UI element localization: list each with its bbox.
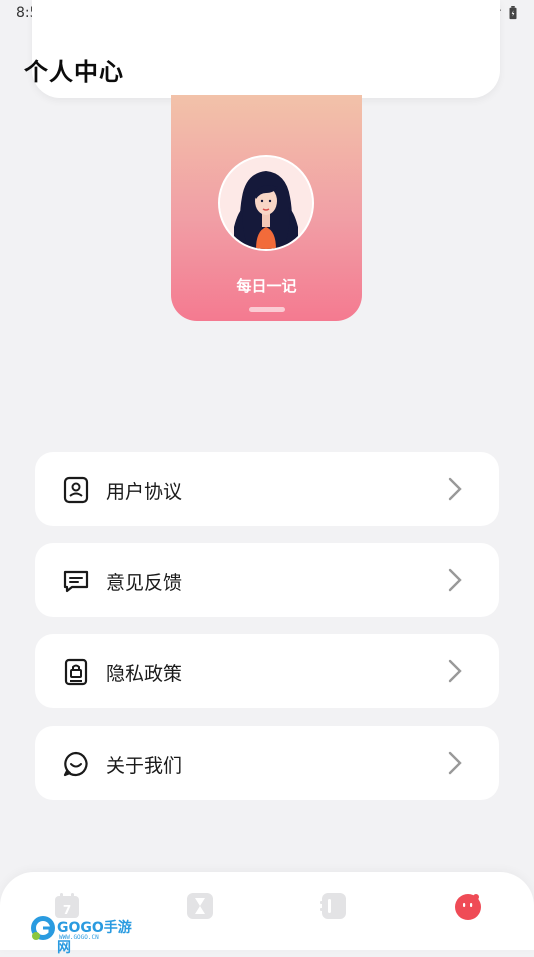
app-name: 每日一记 (236, 277, 297, 295)
menu-label: 用户协议 (106, 481, 183, 503)
watermark-logo: GOGO手游网 WWW.GOGO.CN (30, 914, 140, 956)
watermark-sub: WWW.GOGO.CN (59, 934, 99, 941)
chevron-right-icon (448, 659, 462, 683)
menu-label: 意见反馈 (106, 572, 183, 594)
avatar[interactable] (218, 155, 314, 251)
user-agreement-icon (63, 476, 89, 504)
menu-item-privacy[interactable]: 隐私政策 (35, 634, 499, 708)
menu-item-user-agreement[interactable]: 用户协议 (35, 452, 499, 526)
tab-notebook[interactable] (320, 892, 348, 920)
drag-handle[interactable] (249, 307, 285, 312)
feedback-chat-icon (63, 570, 89, 593)
gogo-logo-icon (31, 916, 55, 940)
battery-icon (509, 6, 517, 20)
woman-curly-hair-avatar (220, 157, 312, 249)
menu-item-about-us[interactable]: 关于我们 (35, 726, 499, 800)
tab-profile[interactable] (453, 891, 483, 921)
chevron-right-icon (448, 568, 462, 592)
tab-hourglass[interactable] (186, 892, 214, 920)
page-title: 个人中心 (24, 58, 124, 86)
menu-label: 关于我们 (106, 755, 183, 777)
menu-item-feedback[interactable]: 意见反馈 (35, 543, 499, 617)
menu-label: 隐私政策 (106, 663, 183, 685)
chevron-right-icon (448, 751, 462, 775)
about-us-chat-icon (63, 751, 88, 777)
profile-card: 每日一记 (171, 95, 362, 321)
privacy-lock-icon (64, 658, 88, 686)
chevron-right-icon (448, 477, 462, 501)
